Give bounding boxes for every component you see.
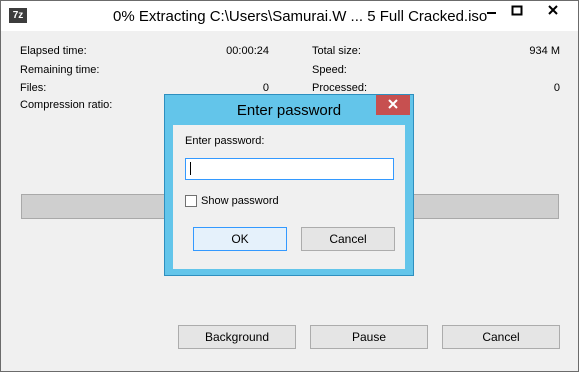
elapsed-time-label: Elapsed time: xyxy=(20,45,87,57)
show-password-checkbox[interactable] xyxy=(185,195,197,207)
ok-button[interactable]: OK xyxy=(193,227,287,251)
files-value: 0 xyxy=(262,82,269,94)
title-bar[interactable]: 7z 0% Extracting C:\Users\Samurai.W ... … xyxy=(1,1,578,31)
processed-value: 0 xyxy=(553,82,560,94)
background-button[interactable]: Background xyxy=(178,325,296,349)
processed-label: Processed: xyxy=(312,82,368,94)
compression-ratio-label: Compression ratio: xyxy=(20,99,113,111)
dialog-body: Enter password: Show password OK Cancel xyxy=(173,125,405,269)
elapsed-time-value: 00:00:24 xyxy=(226,45,269,57)
7zip-app-icon: 7z xyxy=(9,8,27,23)
dialog-cancel-button[interactable]: Cancel xyxy=(301,227,395,251)
cancel-button[interactable]: Cancel xyxy=(442,325,560,349)
enter-password-dialog: Enter password Enter password: Show pass… xyxy=(164,94,414,276)
maximize-icon xyxy=(511,5,523,16)
total-size-value: 934 M xyxy=(529,45,560,57)
remaining-time-label: Remaining time: xyxy=(20,64,100,76)
close-window-button[interactable] xyxy=(530,1,576,21)
close-icon xyxy=(548,5,558,15)
dialog-close-button[interactable] xyxy=(376,95,410,115)
total-size-label: Total size: xyxy=(312,45,361,57)
minimize-icon xyxy=(487,12,496,14)
close-icon xyxy=(388,99,398,109)
text-caret xyxy=(190,162,191,175)
files-label: Files: xyxy=(20,82,47,94)
pause-button[interactable]: Pause xyxy=(310,325,428,349)
password-input[interactable] xyxy=(185,158,394,180)
window-title: 0% Extracting C:\Users\Samurai.W ... 5 F… xyxy=(113,8,488,25)
password-field-label: Enter password: xyxy=(185,135,265,147)
show-password-label[interactable]: Show password xyxy=(201,195,279,207)
maximize-button[interactable] xyxy=(504,1,530,21)
minimize-button[interactable] xyxy=(478,1,504,21)
speed-label: Speed: xyxy=(312,64,347,76)
